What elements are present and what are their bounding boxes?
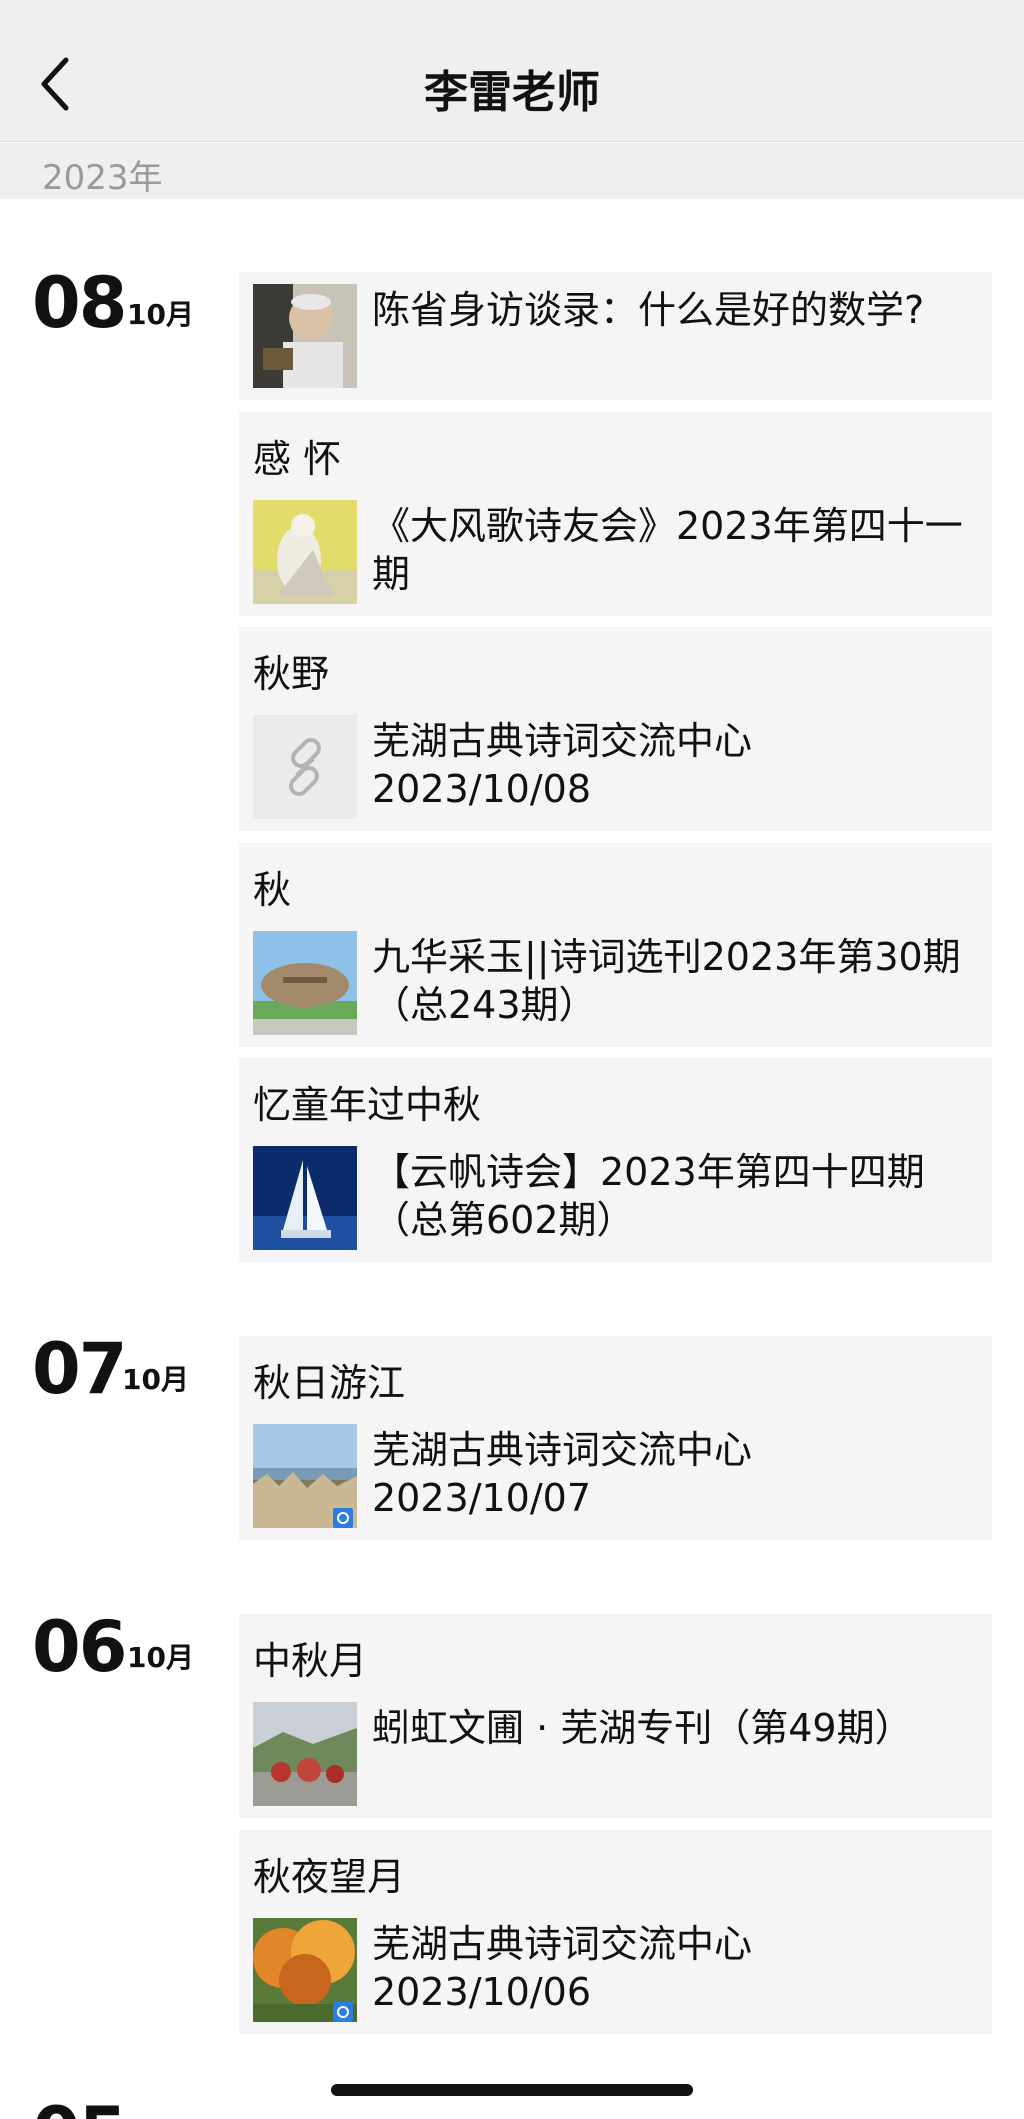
post-card[interactable]: 秋日游江 芜湖古典诗词交流中心 2023/10/07 [239,1336,992,1540]
date-day: 06 [32,1606,127,1688]
post-card[interactable]: 秋野 芜湖古典诗词交流中心 2023/10/08 [239,627,992,831]
post-thumbnail [253,500,357,604]
post-card[interactable]: 秋夜望月 芜湖古典诗词交流中心 2023/10/06 [239,1830,992,2034]
post-thumbnail [253,931,357,1035]
home-indicator[interactable] [331,2084,693,2096]
post-heading: 秋野 [253,652,330,696]
link-icon [253,715,357,819]
post-thumbnail [253,1702,357,1806]
page-title: 李雷老师 [424,67,600,118]
post-title: 蚓虹文圃 · 芜湖专刊（第49期） [372,1706,913,1750]
date-day: 08 [32,262,127,344]
post-title: 陈省身访谈录：什么是好的数学? [372,288,925,332]
post-title: 九华采玉||诗词选刊2023年第30期（总243期） [372,935,961,1027]
date-month: 10月 [127,298,194,331]
post-thumbnail [253,1918,357,2022]
date-month: 10月 [122,1363,189,1396]
post-thumbnail [253,1424,357,1528]
year-label: 2023年 [42,158,163,198]
post-heading: 秋 [253,868,292,912]
date-day: 05 [32,2098,125,2119]
post-title: 【云帆诗会】2023年第四十四期（总第602期） [372,1150,925,1242]
post-thumbnail [253,284,357,388]
post-heading: 秋日游江 [253,1361,406,1405]
post-title: 《大风歌诗友会》2023年第四十一期 [372,504,963,596]
post-card[interactable]: 中秋月 蚓虹文圃 · 芜湖专刊（第49期） [239,1614,992,1818]
post-heading: 感 怀 [253,437,342,481]
date-month: 10月 [127,1641,194,1674]
post-card[interactable]: 感 怀 《大风歌诗友会》2023年第四十一期 [239,412,992,616]
post-card[interactable]: 忆童年过中秋 【云帆诗会】2023年第四十四期（总第602期） [239,1058,992,1262]
post-heading: 中秋月 [253,1639,368,1683]
post-title: 芜湖古典诗词交流中心 2023/10/08 [372,719,753,811]
post-thumbnail [253,1146,357,1250]
post-heading: 忆童年过中秋 [253,1083,482,1127]
post-title: 芜湖古典诗词交流中心 2023/10/07 [372,1428,753,1520]
date-day: 07 [32,1328,127,1410]
post-title: 芜湖古典诗词交流中心 2023/10/06 [372,1922,753,2014]
post-heading: 秋夜望月 [253,1855,406,1899]
post-card[interactable]: 秋 九华采玉||诗词选刊2023年第30期（总243期） [239,843,992,1047]
post-card[interactable]: 陈省身访谈录：什么是好的数学? [239,272,992,400]
